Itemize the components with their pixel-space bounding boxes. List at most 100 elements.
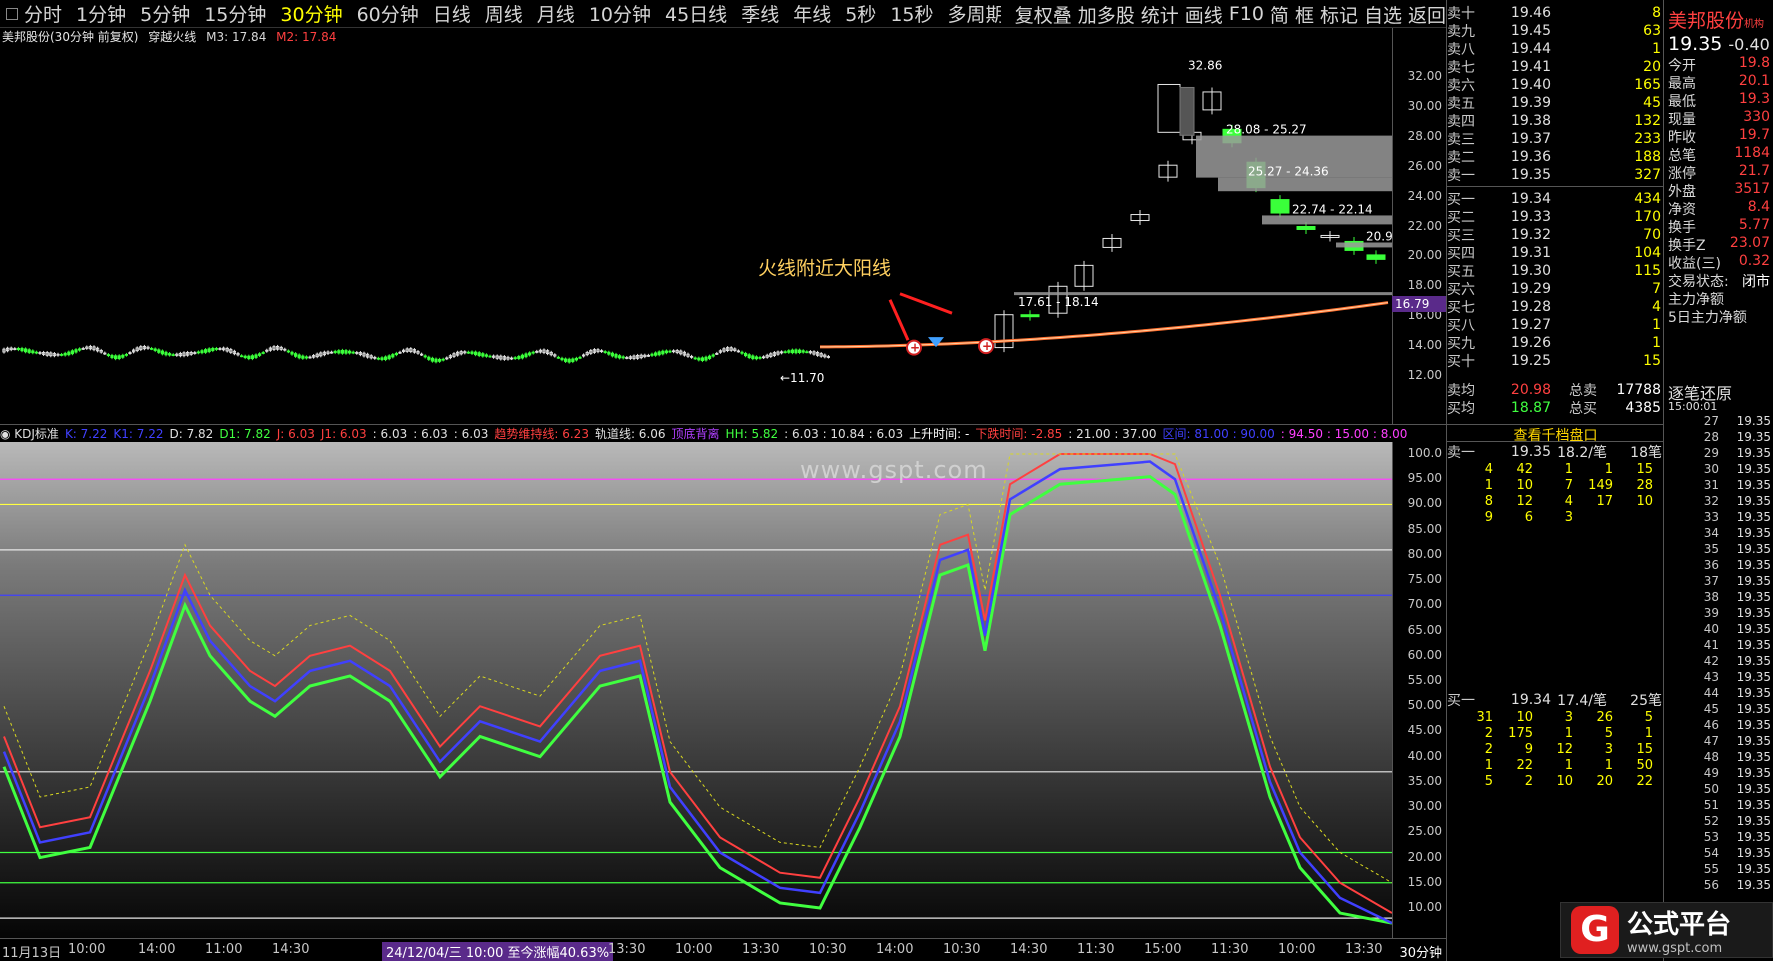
quote-value: 3517 [1734, 181, 1770, 197]
period-tab[interactable]: 10分钟 [589, 4, 651, 26]
tick-minute: 33 [1703, 510, 1719, 524]
quote-row: 今开 19.8 [1664, 55, 1773, 74]
kdj-value: 趋势维持线: 6.23 [494, 427, 589, 441]
time-axis-label: 10:00 [675, 942, 713, 957]
toolbar-action[interactable]: 框 [1295, 1, 1314, 28]
kdj-axis-label: 70.00 [1407, 597, 1442, 612]
period-tab[interactable]: 周线 [485, 4, 523, 26]
toolbar-action[interactable]: 标记 [1320, 1, 1358, 28]
ob-price: 19.45 [1510, 23, 1551, 39]
queue-cell: 4 [1484, 462, 1493, 477]
kdj-axis-label: 95.00 [1407, 471, 1442, 486]
zone-label: 28.08 - 25.27 [1226, 123, 1307, 137]
kdj-chart[interactable] [0, 442, 1392, 938]
period-tab[interactable]: 5秒 [845, 4, 876, 26]
ob-volume: 327 [1634, 167, 1661, 183]
queue-cell: 3 [1564, 710, 1573, 725]
bid-row[interactable]: 买四 19.31 104 [1447, 244, 1664, 262]
bid-row[interactable]: 买六 19.29 7 [1447, 280, 1664, 298]
period-tab[interactable]: 30分钟 [280, 4, 342, 26]
ask-row[interactable]: 卖九 19.45 63 [1447, 22, 1664, 40]
tick-price: 19.35 [1736, 510, 1771, 524]
ask-row[interactable]: 卖四 19.38 132 [1447, 112, 1664, 130]
toolbar-action[interactable]: 统计 [1141, 1, 1179, 28]
kdj-value: : 6.03 [372, 427, 408, 441]
ask-row[interactable]: 卖二 19.36 188 [1447, 148, 1664, 166]
tick-minute: 28 [1703, 430, 1719, 444]
quote-stock-name[interactable]: 美邦股份机构 [1664, 0, 1773, 33]
period-label[interactable]: 30分钟 [1399, 942, 1442, 961]
time-axis: 24/12/04/三 10:00 至今涨幅40.63% 30分钟 11月13日 1… [0, 938, 1446, 961]
period-tab[interactable]: 45日线 [665, 4, 727, 26]
ask-row[interactable]: 卖五 19.39 45 [1447, 94, 1664, 112]
quote-row: 换手Z 23.07 [1664, 235, 1773, 254]
view-full-orderbook-button[interactable]: 查看千档盘口 [1447, 424, 1664, 444]
toolbar-action[interactable]: 自选 [1364, 1, 1402, 28]
tick-price: 19.35 [1736, 830, 1771, 844]
bid-row[interactable]: 买八 19.27 1 [1447, 316, 1664, 334]
tick-minute: 52 [1703, 814, 1719, 828]
period-tab[interactable]: 60分钟 [357, 4, 419, 26]
ask-row[interactable]: 卖七 19.41 20 [1447, 58, 1664, 76]
toolbar-action[interactable]: 简 [1270, 1, 1289, 28]
ob-price: 19.25 [1510, 353, 1551, 369]
period-tab[interactable]: 年线 [793, 4, 831, 26]
period-tab[interactable]: 分时 [24, 4, 62, 26]
queue-cell: 12 [1516, 494, 1533, 509]
tick-price: 19.35 [1736, 542, 1771, 556]
quote-label: 换手Z [1668, 238, 1706, 254]
ob-volume: 434 [1634, 191, 1661, 207]
tick-row: 28 19.35 [1664, 430, 1773, 446]
ask-row[interactable]: 卖六 19.40 165 [1447, 76, 1664, 94]
tick-list-title[interactable]: 逐笔还原 [1664, 380, 1773, 403]
period-tab[interactable]: 15分钟 [204, 4, 266, 26]
ask-row[interactable]: 卖八 19.44 1 [1447, 40, 1664, 58]
bid-row[interactable]: 买十 19.25 15 [1447, 352, 1664, 370]
quote-label: 换手 [1668, 220, 1696, 236]
time-axis-label: 14:00 [876, 942, 914, 957]
toolbar-action[interactable]: 加多股 [1078, 1, 1135, 28]
bid-row[interactable]: 买七 19.28 4 [1447, 298, 1664, 316]
kdj-value: D: 7.82 [169, 427, 214, 441]
bid-row[interactable]: 买二 19.33 170 [1447, 208, 1664, 226]
tick-row: 55 19.35 [1664, 862, 1773, 878]
ask-row[interactable]: 卖十 19.46 8 [1447, 4, 1664, 22]
toolbar-action[interactable]: 复权叠 [1015, 1, 1072, 28]
period-tab[interactable]: 月线 [537, 4, 575, 26]
queue-cell: 1 [1564, 726, 1573, 741]
bid-row[interactable]: 买五 19.30 115 [1447, 262, 1664, 280]
bid-row[interactable]: 买三 19.32 70 [1447, 226, 1664, 244]
kdj-name[interactable]: ◉ KDJ标准 [0, 427, 59, 441]
price-chart[interactable]: 美邦股份(30分钟 前复权) 穿越火线 M3: 17.84 M2: 17.84 … [0, 28, 1392, 424]
toolbar-action[interactable]: F10 [1229, 3, 1264, 25]
bid-row[interactable]: 买一 19.34 434 [1447, 190, 1664, 208]
tick-price: 19.35 [1736, 446, 1771, 460]
bid-row[interactable]: 买九 19.26 1 [1447, 334, 1664, 352]
ob-level-label: 卖一 [1447, 168, 1475, 184]
period-tab[interactable]: 多周期 [948, 4, 1005, 26]
period-tab[interactable]: 1分钟 [76, 4, 126, 26]
tick-row: 44 19.35 [1664, 686, 1773, 702]
tick-minute: 30 [1703, 462, 1719, 476]
ob-price: 19.36 [1510, 149, 1551, 165]
tick-price: 19.35 [1736, 414, 1771, 428]
toolbar-right-actions: 复权叠 加多股 统计 画线 F10 简框标记 自选 返回 [1000, 0, 1446, 28]
tick-row: 51 19.35 [1664, 798, 1773, 814]
ob-volume: 7 [1652, 281, 1661, 297]
ob-volume: 8 [1652, 5, 1661, 21]
toolbar-action[interactable]: 画线 [1185, 1, 1223, 28]
window-menu-icon[interactable] [6, 7, 18, 20]
period-tab[interactable]: 5分钟 [140, 4, 190, 26]
ob-price: 19.31 [1510, 245, 1551, 261]
queue-cell: 22 [1636, 774, 1653, 789]
quote-price: 19.35 -0.40 [1668, 33, 1770, 55]
kdj-value: D1: 7.82 [219, 427, 271, 441]
period-toolbar: 分时 1分钟 5分钟 15分钟 30分钟 60分钟 日线 周线 月线 10分钟 45日线 季线 年线 5秒… [0, 0, 1446, 28]
ask-row[interactable]: 卖一 19.35 327 [1447, 166, 1664, 184]
period-tab[interactable]: 季线 [741, 4, 779, 26]
period-tab[interactable]: 日线 [433, 4, 471, 26]
period-tab[interactable]: 15秒 [890, 4, 933, 26]
toolbar-action[interactable]: 返回 [1408, 1, 1446, 28]
ask-row[interactable]: 卖三 19.37 233 [1447, 130, 1664, 148]
ob-price: 19.30 [1510, 263, 1551, 279]
